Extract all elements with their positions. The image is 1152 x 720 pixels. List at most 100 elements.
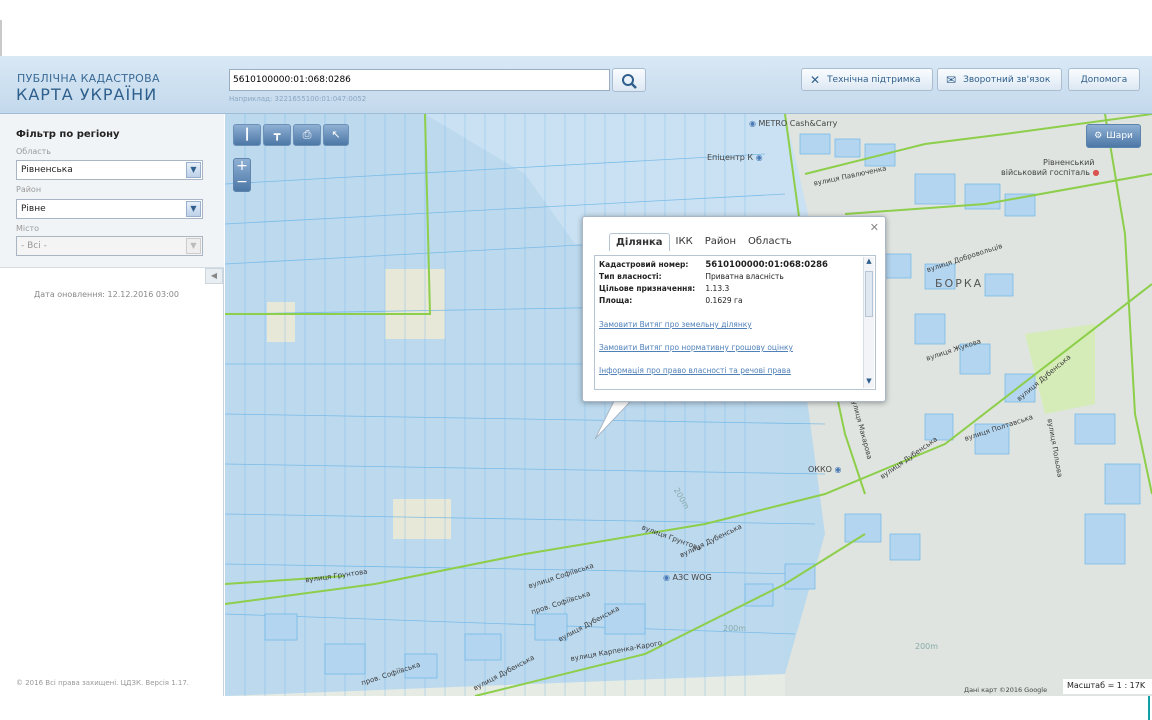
tab-parcel[interactable]: Ділянка [609,233,670,251]
search-icon [622,74,637,89]
info-row: Тип власності: Приватна власність [599,272,784,281]
cadastral-search-input[interactable] [229,69,610,91]
copyright: © 2016 Всі права захищені. ЦДЗК. Версія … [16,679,190,687]
order-valuation-link[interactable]: Замовити Витяг про нормативну грошову оц… [599,343,793,352]
district-select[interactable]: Рівне ▼ [16,199,203,219]
identify-tool-button[interactable]: ↖ [323,124,349,146]
help-button[interactable]: Допомога [1068,68,1140,91]
info-row: Цільове призначення: 1.13.3 [599,284,729,293]
scroll-thumb[interactable] [865,271,873,317]
collapse-sidebar-button[interactable]: ◀ [205,268,223,284]
city-label: Місто [16,224,40,233]
chevron-down-icon: ▼ [186,162,201,178]
city-value: - Всі - [21,241,47,251]
ruler-tool-button[interactable]: ┃ [233,124,261,146]
region-filter-panel: Фільтр по регіону Область Рівненська ▼ Р… [0,114,224,268]
poi-hospital-line1[interactable]: Рівненський [1043,158,1095,167]
area-tool-button[interactable]: ┳ [263,124,291,146]
region-select[interactable]: Рівненська ▼ [16,160,203,180]
pointer-question-icon: ↖ [331,128,341,141]
tech-support-label: Технічна підтримка [827,74,921,85]
order-extract-link[interactable]: Замовити Витяг про земельну ділянку [599,320,752,329]
zoom-control: + − [233,158,251,192]
tab-region[interactable]: Область [742,233,798,251]
fuel-icon: ◉ [663,573,670,582]
search-button[interactable] [612,68,646,92]
window-edge-accent [1148,696,1150,720]
bottom-blank-area [0,696,1152,720]
shopping-icon: ◉ [755,153,763,162]
close-icon[interactable]: ✕ [870,221,879,234]
poi-wog[interactable]: ◉ АЗС WOG [663,573,712,582]
zoom-out-button[interactable]: − [234,175,250,191]
ownership-info-link[interactable]: Інформація про право власності та речові… [599,366,791,375]
poi-okko-label: ОККО [808,465,832,474]
poi-hospital-label: військовий госпіталь [1001,168,1090,177]
poi-wog-label: АЗС WOG [672,573,712,582]
poi-okko[interactable]: ОККО ◉ [808,465,841,474]
map-view[interactable]: ┃ ┳ ⎙ ↖ + − ⚙ Шари ◉ METRO Cash&Carry Еп… [225,114,1152,696]
header: ПУБЛІЧНА КАДАСТРОВА КАРТА УКРАЇНИ Наприк… [0,56,1152,114]
chevron-down-icon: ▼ [186,238,201,254]
info-value: Приватна власність [705,272,784,281]
popup-tabs: Ділянка ІКК Район Область [609,233,798,251]
info-row: Кадастровий номер: 5610100000:01:068:028… [599,260,828,270]
fuel-icon: ◉ [834,465,842,474]
search-hint: Наприклад: 3221655100:01:047:0052 [229,95,367,103]
print-button[interactable]: ⎙ [293,124,321,146]
layers-label: Шари [1106,131,1133,141]
help-label: Допомога [1080,74,1128,85]
contour-label-3: 200m [915,642,939,651]
region-value: Рівненська [21,165,73,175]
tools-icon: ✕ [810,72,821,87]
chevron-down-icon: ▼ [186,201,201,217]
area-measure-icon: ┳ [273,128,281,141]
contour-label-2: 200m [723,624,747,633]
poi-metro-label: METRO Cash&Carry [758,119,838,128]
tab-district[interactable]: Район [699,233,742,251]
filter-title: Фільтр по регіону [16,129,120,140]
sidebar: Фільтр по регіону Область Рівненська ▼ Р… [0,114,224,696]
info-key: Тип власності: [599,272,662,281]
info-value: 0.1629 га [705,296,743,305]
chevron-up-icon[interactable]: ▲ [864,257,874,268]
map-attribution: Дані карт ©2016 Google [964,686,1048,694]
browser-blank-area [0,0,1152,56]
chevron-down-icon[interactable]: ▼ [864,377,874,388]
district-value: Рівне [21,204,46,214]
poi-hospital-line2[interactable]: військовий госпіталь ● [1001,168,1100,177]
tab-ikk[interactable]: ІКК [670,233,699,251]
tech-support-button[interactable]: ✕ Технічна підтримка [801,68,933,91]
district-borka: БОРКА [935,277,984,290]
region-label: Область [16,147,52,156]
hospital-icon: ● [1092,168,1100,177]
window-edge [0,20,2,56]
shopping-icon: ◉ [749,119,756,128]
logo-bottom-text: КАРТА УКРАЇНИ [16,85,158,104]
map-scale: Масштаб = 1 : 17K [1063,679,1152,694]
info-key: Кадастровий номер: [599,260,689,269]
info-key: Площа: [599,296,633,305]
parcel-info-popup: ✕ Ділянка ІКК Район Область Кадастровий … [582,216,886,402]
map-canvas[interactable] [225,114,1152,696]
gear-icon: ⚙ [1094,131,1103,141]
update-date: Дата оновлення: 12.12.2016 03:00 [34,290,179,299]
poi-metro[interactable]: ◉ METRO Cash&Carry [749,119,837,128]
ruler-icon: ┃ [243,128,251,141]
popup-scrollbar[interactable]: ▲ ▼ [863,257,874,388]
info-key: Цільове призначення: [599,284,696,293]
zoom-in-button[interactable]: + [234,159,250,175]
poi-epicentr-label: Епіцентр К [707,153,754,162]
popup-content: Кадастровий номер: 5610100000:01:068:028… [594,255,876,390]
poi-epicentr[interactable]: Епіцентр К ◉ [707,153,763,162]
feedback-label: Зворотний зв'язок [963,74,1051,85]
info-row: Площа: 0.1629 га [599,296,743,305]
cadastral-number: 5610100000:01:068:0286 [705,260,828,270]
info-value: 1.13.3 [705,284,730,293]
city-select[interactable]: - Всі - ▼ [16,236,203,256]
printer-icon: ⎙ [302,128,312,141]
district-label: Район [16,185,42,194]
layers-button[interactable]: ⚙ Шари [1086,124,1141,148]
feedback-button[interactable]: ✉ Зворотний зв'язок [937,68,1062,91]
logo-top-text: ПУБЛІЧНА КАДАСТРОВА [17,72,160,85]
